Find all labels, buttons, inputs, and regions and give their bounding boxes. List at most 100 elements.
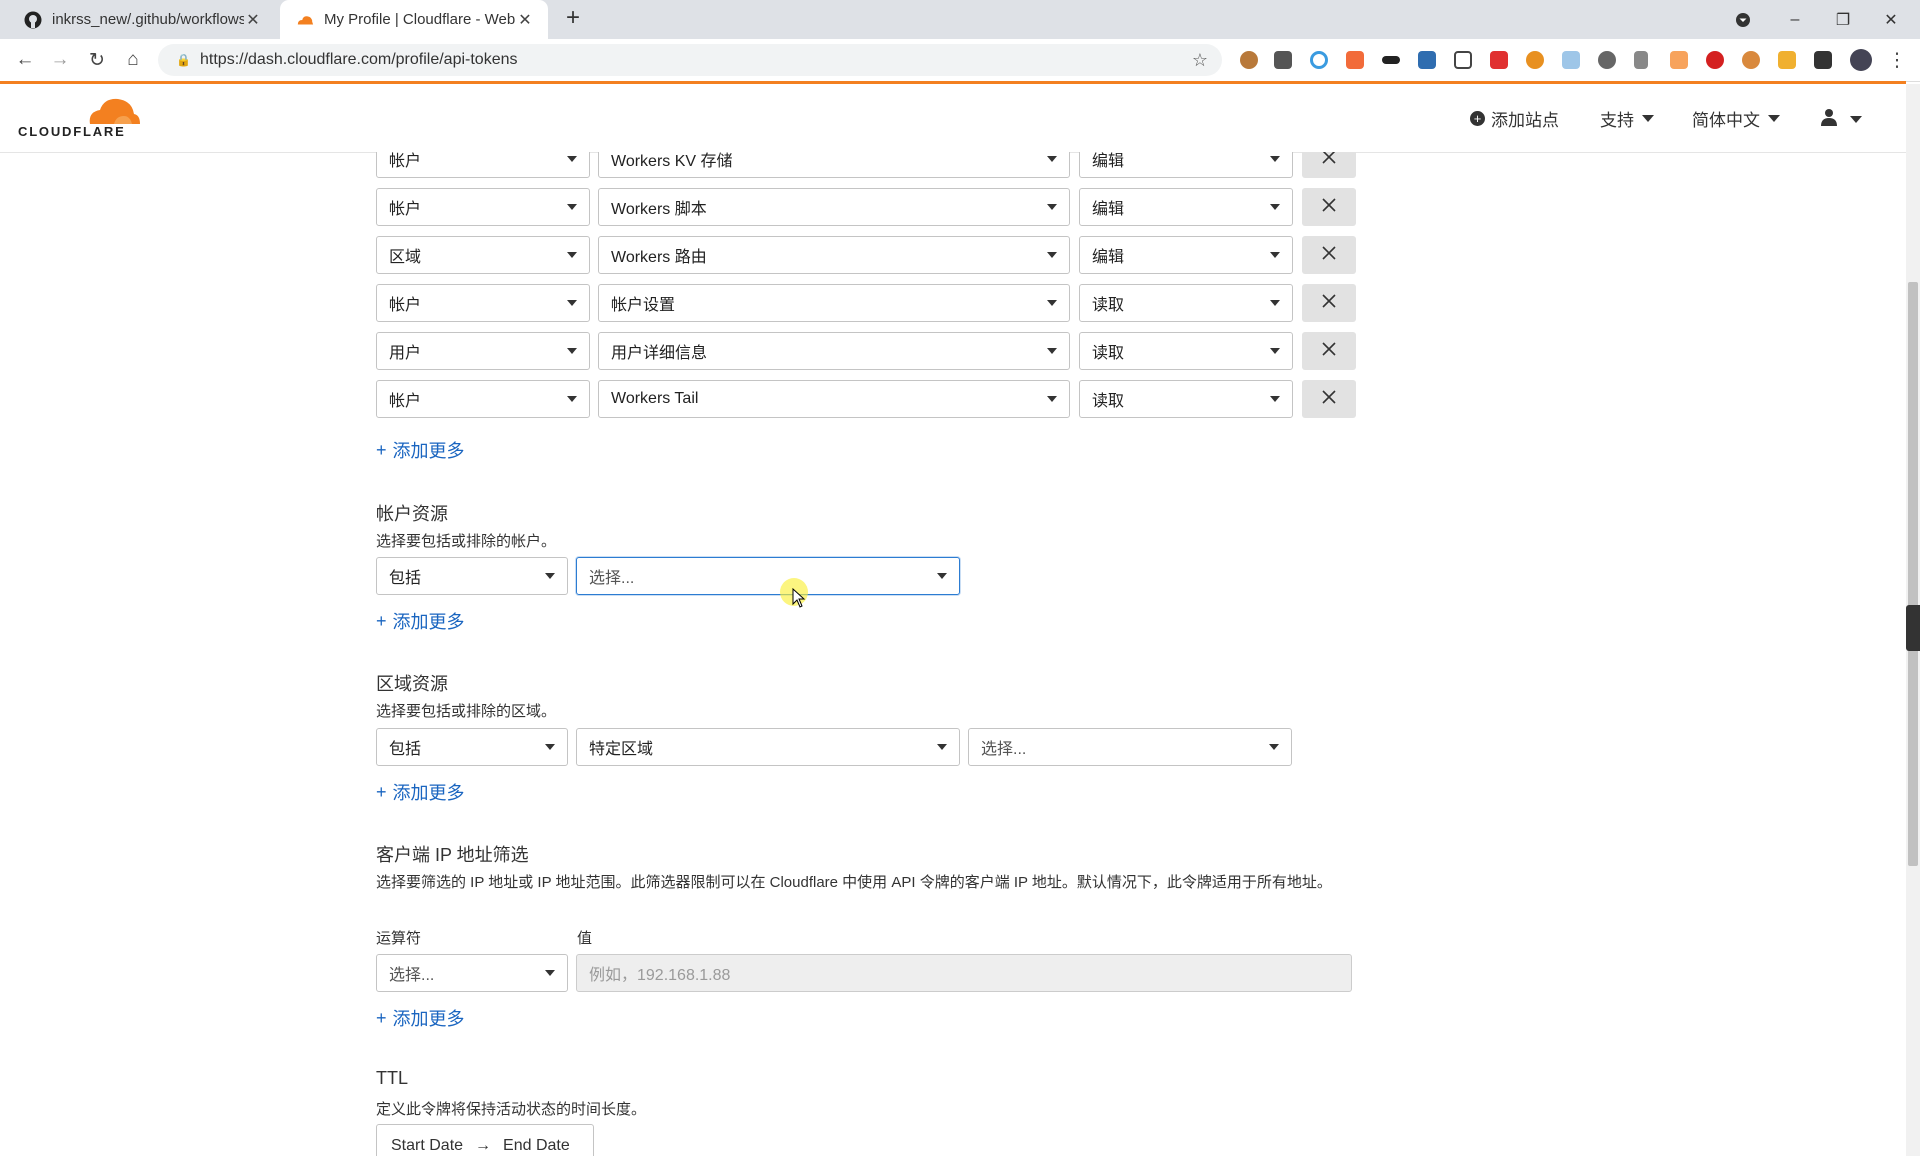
remove-row-button[interactable] [1302,332,1356,370]
end-date-field[interactable]: End Date [503,1137,570,1155]
browser-tab-github[interactable]: inkrss_new/.github/workflows ✕ [8,0,276,39]
add-more-account-link[interactable]: + 添加更多 [376,608,465,634]
address-bar[interactable]: 🔒 https://dash.cloudflare.com/profile/ap… [158,44,1222,76]
add-more-ip-link[interactable]: + 添加更多 [376,1005,465,1031]
browser-menu-icon[interactable]: ⋮ [1884,47,1910,73]
extension-icon[interactable] [1240,51,1258,69]
select-value: 编辑 [1092,153,1125,170]
permission-resource-select[interactable]: 帐户设置 [598,284,1070,322]
add-more-permissions-link[interactable]: + 添加更多 [376,437,465,463]
extension-icon[interactable] [1778,51,1796,69]
extension-icon[interactable] [1346,51,1364,69]
extension-icon[interactable] [1742,51,1760,69]
account-include-select[interactable]: 包括 [376,557,568,595]
permission-access-select[interactable]: 编辑 [1079,152,1293,178]
extension-icon[interactable] [1526,51,1544,69]
minimize-icon[interactable]: – [1772,0,1818,39]
browser-tab-cloudflare[interactable]: My Profile | Cloudflare - Web P ✕ [280,0,548,39]
permission-scope-select[interactable]: 帐户 [376,380,590,418]
remove-row-button[interactable] [1302,188,1356,226]
extension-icon[interactable] [1490,51,1508,69]
remove-row-button[interactable] [1302,152,1356,178]
extension-icon[interactable] [1382,56,1400,64]
chevron-down-icon [567,252,577,258]
select-value: 区域 [389,249,422,266]
permission-access-select[interactable]: 编辑 [1079,188,1293,226]
extension-icon[interactable] [1310,51,1328,69]
forward-icon[interactable]: → [47,47,73,73]
permission-scope-select[interactable]: 帐户 [376,152,590,178]
chevron-down-icon [1270,252,1280,258]
ip-value-input[interactable]: 例如，192.168.1.88 [576,954,1352,992]
extension-icon[interactable] [1418,51,1436,69]
restore-icon[interactable]: ❐ [1820,0,1866,39]
back-icon[interactable]: ← [12,47,38,73]
plus-icon: + [376,610,387,631]
zone-include-select[interactable]: 包括 [376,728,568,766]
side-panel-handle[interactable] [1906,605,1920,651]
zone-select[interactable]: 选择... [968,728,1292,766]
language-menu[interactable]: 简体中文 [1692,106,1780,131]
start-date-field[interactable]: Start Date [391,1137,463,1155]
permission-resource-select[interactable]: Workers KV 存储 [598,152,1070,178]
chevron-down-icon [1047,204,1057,210]
support-label: 支持 [1600,111,1634,130]
select-value: 帐户 [389,393,422,410]
extension-icon[interactable] [1634,51,1648,69]
new-tab-button[interactable]: + [560,6,586,32]
cloudflare-header: CLOUDFLARE + 添加站点 支持 简体中文 [0,84,1906,153]
tab-title: inkrss_new/.github/workflows [52,11,244,28]
add-site-button[interactable]: + 添加站点 [1470,106,1559,131]
select-value: 帐户 [389,201,422,218]
close-icon [1321,293,1337,314]
zone-type-select[interactable]: 特定区域 [576,728,960,766]
permission-access-select[interactable]: 读取 [1079,332,1293,370]
reload-icon[interactable]: ↻ [84,47,110,73]
close-tab-icon[interactable]: ✕ [516,10,534,30]
extension-icon[interactable] [1454,51,1472,69]
user-menu[interactable] [1820,108,1862,131]
value-label: 值 [577,930,593,947]
extension-icon[interactable] [1562,51,1580,69]
remove-row-button[interactable] [1302,284,1356,322]
select-value: 读取 [1092,297,1125,314]
extension-icon[interactable] [1706,51,1724,69]
permission-resource-select[interactable]: Workers 脚本 [598,188,1070,226]
close-window-icon[interactable]: ✕ [1868,0,1914,39]
close-tab-icon[interactable]: ✕ [244,10,262,30]
extensions-puzzle-icon[interactable] [1814,51,1832,69]
ip-operator-select[interactable]: 选择... [376,954,568,992]
select-value: 特定区域 [589,741,654,758]
select-value: 选择... [981,741,1027,758]
permission-resource-select[interactable]: 用户详细信息 [598,332,1070,370]
permission-access-select[interactable]: 编辑 [1079,236,1293,274]
permission-scope-select[interactable]: 帐户 [376,188,590,226]
permission-resource-select[interactable]: Workers 路由 [598,236,1070,274]
permission-access-select[interactable]: 读取 [1079,380,1293,418]
permission-scope-select[interactable]: 用户 [376,332,590,370]
chevron-down-icon [1270,300,1280,306]
avatar[interactable] [1850,49,1872,71]
home-icon[interactable]: ⌂ [120,47,146,73]
profile-menu-icon[interactable] [1720,0,1766,39]
extension-icon[interactable] [1598,51,1616,69]
browser-toolbar: ← → ↻ ⌂ 🔒 https://dash.cloudflare.com/pr… [0,39,1920,82]
add-more-zone-link[interactable]: + 添加更多 [376,779,465,805]
add-more-label: 添加更多 [392,441,465,461]
select-value: 选择... [589,570,635,587]
support-menu[interactable]: 支持 [1600,106,1654,131]
bookmark-star-icon[interactable]: ☆ [1192,50,1208,71]
permission-resource-select[interactable]: Workers Tail [598,380,1070,418]
remove-row-button[interactable] [1302,236,1356,274]
remove-row-button[interactable] [1302,380,1356,418]
ttl-date-range-picker[interactable]: Start Date → End Date [376,1124,594,1156]
chevron-down-icon [1768,115,1780,122]
cloudflare-icon [296,11,314,29]
scrollbar-thumb[interactable] [1908,282,1918,866]
permission-access-select[interactable]: 读取 [1079,284,1293,322]
permission-scope-select[interactable]: 区域 [376,236,590,274]
account-select[interactable]: 选择... [576,557,960,595]
permission-scope-select[interactable]: 帐户 [376,284,590,322]
extension-icon[interactable] [1670,51,1688,69]
extension-icon[interactable] [1274,51,1292,69]
